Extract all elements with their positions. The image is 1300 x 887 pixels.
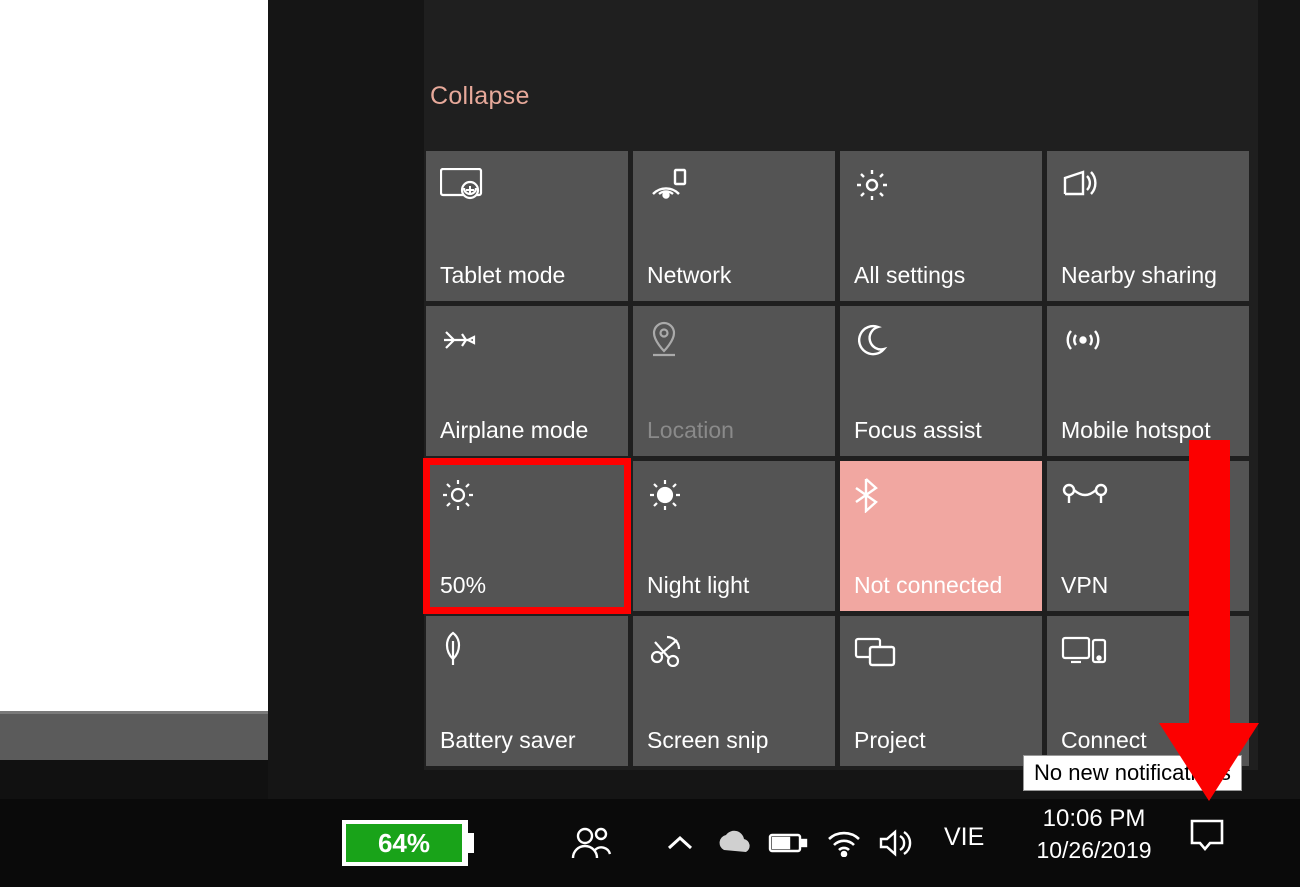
tile-bluetooth[interactable]: Not connected	[840, 461, 1042, 611]
quick-action-tiles: Tablet mode Network All settings	[426, 151, 1256, 766]
tile-project[interactable]: Project	[840, 616, 1042, 766]
tile-label: Location	[647, 417, 821, 444]
taskbar-clock[interactable]: 10:06 PM 10/26/2019	[1019, 805, 1169, 864]
onedrive-icon[interactable]	[712, 819, 752, 867]
tile-screen-snip[interactable]: Screen snip	[633, 616, 835, 766]
tile-label: Airplane mode	[440, 417, 614, 444]
tile-tablet-mode[interactable]: Tablet mode	[426, 151, 628, 301]
battery-percent-label: 64%	[346, 824, 462, 862]
taskbar-time: 10:06 PM	[1019, 805, 1169, 833]
network-icon	[647, 165, 821, 205]
project-icon	[854, 630, 1028, 670]
tray-chevron-up-icon[interactable]	[666, 819, 694, 867]
tile-location[interactable]: Location	[633, 306, 835, 456]
ime-indicator[interactable]: VIE	[944, 823, 984, 852]
tile-label: 50%	[440, 572, 614, 599]
nearby-sharing-icon	[1061, 165, 1235, 205]
taskbar: 64%	[0, 799, 1300, 887]
location-icon	[647, 320, 821, 360]
tile-label: Nearby sharing	[1061, 262, 1235, 289]
tile-label: Focus assist	[854, 417, 1028, 444]
scissors-icon	[647, 630, 821, 670]
tile-label: Screen snip	[647, 727, 821, 754]
action-center-panel: Collapse Tablet mode	[424, 0, 1258, 770]
battery-status-badge[interactable]: 64%	[342, 820, 468, 866]
taskbar-date: 10/26/2019	[1019, 837, 1169, 864]
volume-icon[interactable]	[878, 819, 916, 867]
airplane-icon	[440, 320, 614, 360]
tile-label: Battery saver	[440, 727, 614, 754]
tile-nearby-sharing[interactable]: Nearby sharing	[1047, 151, 1249, 301]
battery-cap-icon	[466, 833, 474, 853]
annotation-arrow	[1172, 440, 1247, 800]
background-window	[0, 0, 268, 714]
people-icon[interactable]	[570, 819, 612, 867]
action-center-button[interactable]	[1188, 817, 1226, 853]
bluetooth-icon	[854, 475, 1028, 515]
tile-airplane-mode[interactable]: Airplane mode	[426, 306, 628, 456]
leaf-icon	[440, 630, 614, 670]
gear-icon	[854, 165, 1028, 205]
tile-mobile-hotspot[interactable]: Mobile hotspot	[1047, 306, 1249, 456]
background-gap	[0, 714, 268, 760]
tile-label: Not connected	[854, 572, 1028, 599]
tile-network[interactable]: Network	[633, 151, 835, 301]
tile-label: Project	[854, 727, 1028, 754]
collapse-button[interactable]: Collapse	[430, 82, 530, 111]
tile-label: Tablet mode	[440, 262, 614, 289]
tile-label: Night light	[647, 572, 821, 599]
battery-icon[interactable]	[768, 819, 808, 867]
brightness-icon	[440, 475, 614, 515]
tablet-mode-icon	[440, 165, 614, 205]
tile-all-settings[interactable]: All settings	[840, 151, 1042, 301]
action-center-icon	[1188, 817, 1226, 853]
tile-battery-saver[interactable]: Battery saver	[426, 616, 628, 766]
tile-focus-assist[interactable]: Focus assist	[840, 306, 1042, 456]
night-light-icon	[647, 475, 821, 515]
tile-brightness[interactable]: 50%	[426, 461, 628, 611]
wifi-icon[interactable]	[826, 819, 862, 867]
hotspot-icon	[1061, 320, 1235, 360]
tile-label: All settings	[854, 262, 1028, 289]
tile-label: Network	[647, 262, 821, 289]
moon-icon	[854, 320, 1028, 360]
tile-night-light[interactable]: Night light	[633, 461, 835, 611]
